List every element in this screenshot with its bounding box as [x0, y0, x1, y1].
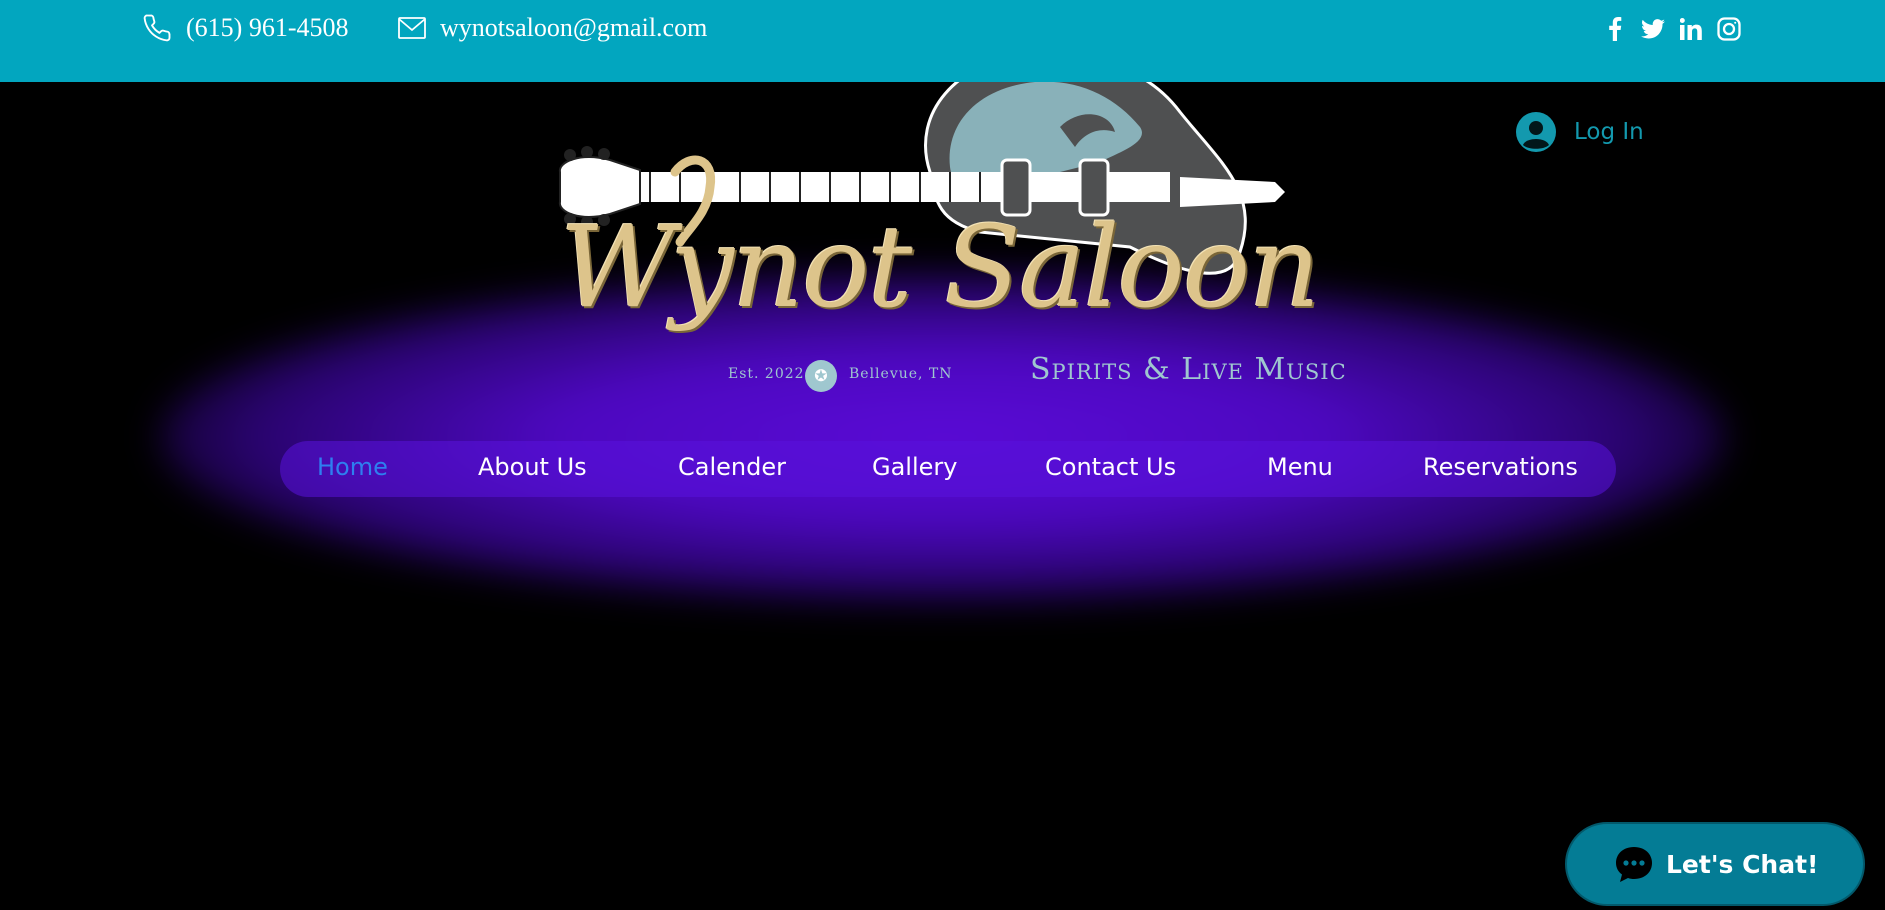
nav-item-calender[interactable]: Calender — [678, 453, 786, 481]
phone-number: (615) 961-4508 — [186, 13, 349, 42]
logo-tagline: Spirits & Live Music — [1030, 352, 1347, 387]
wynot-saloon-logo[interactable]: Wynot Saloon Est. 2022 ✪ Bellevue, TN Sp… — [540, 52, 1350, 402]
logo-established: Est. 2022 — [728, 366, 805, 382]
phone-contact[interactable]: (615) 961-4508 — [142, 13, 348, 43]
facebook-icon[interactable] — [1602, 16, 1628, 42]
chat-label: Let's Chat! — [1666, 849, 1819, 879]
email-contact[interactable]: wynotsaloon@gmail.com — [398, 13, 707, 43]
instagram-icon[interactable] — [1716, 16, 1742, 42]
phone-icon — [142, 13, 172, 43]
social-links — [1602, 16, 1742, 42]
nav-item-contact-us[interactable]: Contact Us — [1045, 453, 1176, 481]
linkedin-icon[interactable] — [1678, 16, 1704, 42]
logo-location: Bellevue, TN — [849, 366, 953, 382]
twitter-icon[interactable] — [1640, 16, 1666, 42]
top-contact-bar: (615) 961-4508 wynotsaloon@gmail.com — [0, 0, 1885, 82]
nav-item-home[interactable]: Home — [317, 453, 388, 481]
mail-icon — [398, 17, 426, 39]
login-button[interactable]: Log In — [1516, 112, 1644, 152]
login-label: Log In — [1574, 119, 1644, 145]
nav-item-about-us[interactable]: About Us — [478, 453, 587, 481]
user-avatar-icon — [1516, 112, 1556, 152]
chat-button[interactable]: Let's Chat! — [1565, 822, 1865, 906]
nav-item-reservations[interactable]: Reservations — [1423, 453, 1578, 481]
nav-item-menu[interactable]: Menu — [1267, 453, 1333, 481]
logo-title: Wynot Saloon — [560, 203, 1320, 333]
tennessee-star-icon: ✪ — [805, 360, 837, 392]
email-address: wynotsaloon@gmail.com — [440, 13, 708, 42]
chat-bubble-icon — [1616, 847, 1652, 882]
main-navigation: Home About Us Calender Gallery Contact U… — [280, 441, 1616, 497]
nav-item-gallery[interactable]: Gallery — [872, 453, 957, 481]
